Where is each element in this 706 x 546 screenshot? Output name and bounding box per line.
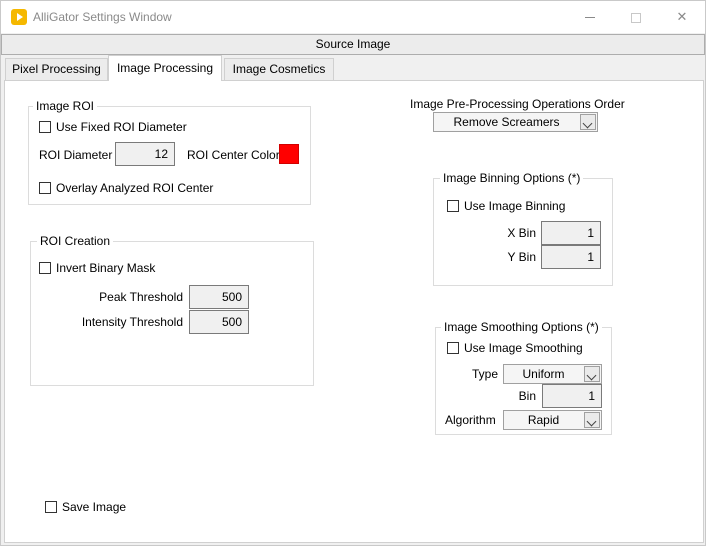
roi-center-color-label: ROI Center Color [187, 148, 280, 162]
close-icon: ✕ [676, 9, 688, 24]
image-binning-title: Image Binning Options (*) [440, 171, 584, 185]
image-smoothing-title: Image Smoothing Options (*) [441, 320, 602, 334]
overlay-roi-center-label: Overlay Analyzed ROI Center [56, 181, 214, 195]
y-bin-label: Y Bin [507, 250, 536, 264]
minimize-button[interactable] [567, 1, 613, 33]
image-processing-panel: Image ROI Use Fixed ROI Diameter ROI Dia… [4, 80, 704, 543]
minimize-icon [585, 17, 595, 19]
smoothing-algorithm-select[interactable]: Rapid [503, 410, 602, 430]
use-image-smoothing-label: Use Image Smoothing [464, 341, 583, 355]
checkbox-box[interactable] [39, 182, 51, 194]
chevron-down-icon[interactable] [584, 412, 600, 428]
checkbox-box[interactable] [39, 121, 51, 133]
app-icon [11, 9, 27, 25]
maximize-button[interactable] [613, 1, 659, 33]
intensity-threshold-field[interactable]: 500 [189, 310, 249, 334]
chevron-down-icon[interactable] [584, 366, 600, 382]
peak-threshold-label: Peak Threshold [99, 290, 183, 304]
use-fixed-roi-diameter-label: Use Fixed ROI Diameter [56, 120, 187, 134]
use-image-binning-checkbox[interactable]: Use Image Binning [447, 198, 587, 214]
checkbox-box[interactable] [447, 342, 459, 354]
image-binning-group: Image Binning Options (*) Use Image Binn… [433, 171, 613, 286]
use-fixed-roi-diameter-checkbox[interactable]: Use Fixed ROI Diameter [39, 119, 239, 135]
smoothing-bin-label: Bin [518, 389, 536, 403]
smoothing-type-value: Uniform [522, 367, 565, 381]
settings-window: AlliGator Settings Window ✕ Source Image… [0, 0, 706, 546]
checkbox-box[interactable] [447, 200, 459, 212]
use-image-binning-label: Use Image Binning [464, 199, 566, 213]
image-roi-title: Image ROI [33, 99, 98, 113]
tab-image-processing[interactable]: Image Processing [108, 55, 222, 81]
roi-creation-group: ROI Creation Invert Binary Mask Peak Thr… [30, 234, 314, 386]
tab-image-cosmetics[interactable]: Image Cosmetics [224, 58, 334, 80]
smoothing-type-label: Type [471, 367, 498, 381]
y-bin-field[interactable]: 1 [541, 245, 601, 269]
save-image-checkbox[interactable]: Save Image [45, 499, 165, 515]
window-title: AlliGator Settings Window [33, 10, 172, 24]
tab-pixel-processing[interactable]: Pixel Processing [5, 58, 108, 80]
save-image-label: Save Image [62, 500, 127, 514]
smoothing-algorithm-value: Rapid [527, 413, 560, 427]
smoothing-algorithm-label: Algorithm [445, 413, 496, 427]
roi-diameter-field[interactable]: 12 [115, 142, 175, 166]
preprocessing-order-select[interactable]: Remove Screamers [433, 112, 598, 132]
smoothing-bin-field[interactable]: 1 [542, 384, 602, 408]
roi-center-color-swatch[interactable] [279, 144, 299, 164]
x-bin-label: X Bin [507, 226, 536, 240]
roi-diameter-label: ROI Diameter [39, 148, 113, 162]
intensity-threshold-label: Intensity Threshold [81, 315, 183, 329]
chevron-down-icon[interactable] [580, 114, 596, 130]
smoothing-type-select[interactable]: Uniform [503, 364, 602, 384]
invert-binary-mask-checkbox[interactable]: Invert Binary Mask [39, 260, 199, 276]
overlay-roi-center-checkbox[interactable]: Overlay Analyzed ROI Center [39, 180, 259, 196]
close-button[interactable]: ✕ [659, 1, 705, 33]
checkbox-box[interactable] [39, 262, 51, 274]
x-bin-field[interactable]: 1 [541, 221, 601, 245]
image-roi-group: Image ROI Use Fixed ROI Diameter ROI Dia… [28, 99, 311, 205]
roi-creation-title: ROI Creation [37, 234, 114, 248]
title-bar: AlliGator Settings Window ✕ [1, 1, 705, 33]
invert-binary-mask-label: Invert Binary Mask [56, 261, 156, 275]
preprocessing-order-value: Remove Screamers [453, 115, 560, 129]
source-image-button[interactable]: Source Image [1, 34, 705, 55]
use-image-smoothing-checkbox[interactable]: Use Image Smoothing [447, 340, 597, 356]
preprocessing-order-label: Image Pre-Processing Operations Order [410, 97, 625, 111]
peak-threshold-field[interactable]: 500 [189, 285, 249, 309]
maximize-icon [631, 12, 641, 23]
checkbox-box[interactable] [45, 501, 57, 513]
image-smoothing-group: Image Smoothing Options (*) Use Image Sm… [435, 320, 612, 435]
